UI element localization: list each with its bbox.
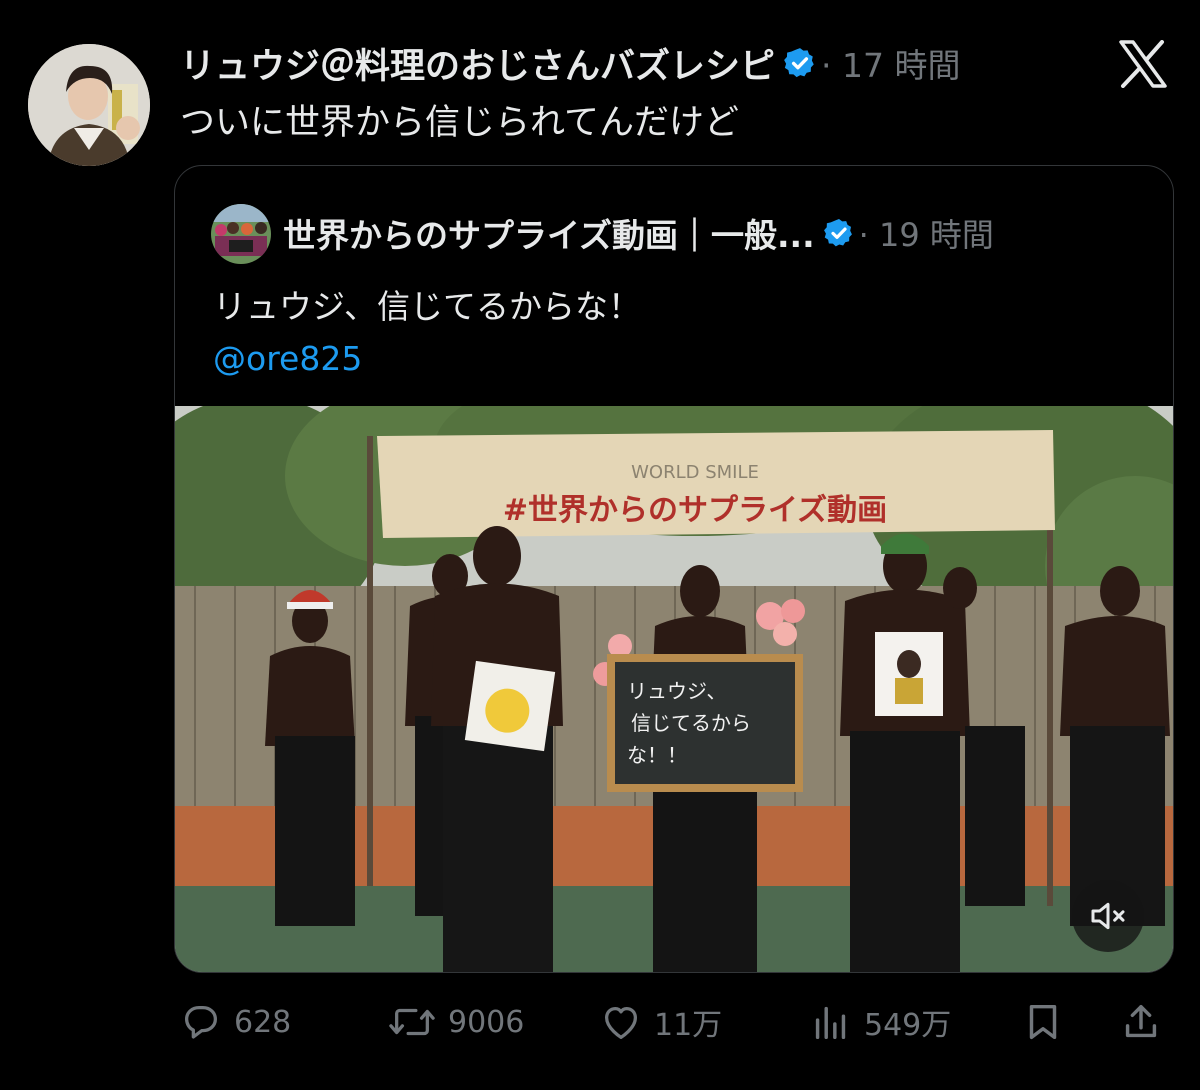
tweet-view: リュウジ＠料理のおじさんバズレシピ · 17 時間 ついに世界から信じられてんだ… xyxy=(0,0,1200,1090)
bookmark-icon xyxy=(1029,1004,1057,1040)
verified-badge-icon xyxy=(784,48,814,78)
post-time[interactable]: · 17 時間 xyxy=(821,39,960,87)
quoted-author-avatar[interactable] xyxy=(211,204,271,264)
quoted-author-line: 世界からのサプライズ動画｜一般... · 19 時間 xyxy=(283,208,994,258)
views-button[interactable]: 549万 xyxy=(808,994,951,1050)
view-count: 549万 xyxy=(864,1008,952,1043)
mention-link[interactable]: @ore825 xyxy=(213,334,362,384)
speech-bubble-icon xyxy=(184,1005,218,1039)
author-avatar[interactable] xyxy=(28,44,150,166)
banner-small-text: WORLD SMILE xyxy=(631,462,759,483)
author-line: リュウジ＠料理のおじさんバズレシピ · 17 時間 xyxy=(180,38,960,88)
action-bar: 628 9006 11万 549万 xyxy=(0,994,1200,1050)
heart-icon xyxy=(604,1006,638,1039)
like-button[interactable]: 11万 xyxy=(598,994,722,1050)
tweet-text: ついに世界から信じられてんだけど xyxy=(180,103,739,143)
repost-button[interactable]: 9006 xyxy=(386,994,524,1050)
verified-badge-icon xyxy=(823,219,852,247)
mute-toggle-button[interactable] xyxy=(1072,880,1144,952)
banner-main-text: #世界からのサプライズ動画 xyxy=(503,493,887,528)
speaker-muted-icon xyxy=(1091,902,1125,930)
chalkboard-line-1: リュウジ、 xyxy=(627,679,726,703)
quoted-tweet-text: リュウジ、信じてるからな！ xyxy=(213,287,642,326)
like-count: 11万 xyxy=(654,1008,723,1043)
reply-count: 628 xyxy=(234,1004,292,1040)
repost-arrows-icon xyxy=(389,1008,435,1036)
chalkboard-line-3: な！！ xyxy=(627,743,687,767)
video-player[interactable]: WORLD SMILE #世界からのサプライズ動画 リュウジ、 信じてるから な… xyxy=(175,406,1173,972)
bookmark-button[interactable] xyxy=(1020,994,1066,1050)
bar-chart-icon xyxy=(815,1006,846,1040)
repost-count: 9006 xyxy=(448,1004,525,1040)
author-name[interactable]: リュウジ＠料理のおじさんバズレシピ xyxy=(180,38,775,89)
share-button[interactable] xyxy=(1118,994,1164,1050)
quoted-author-name[interactable]: 世界からのサプライズ動画｜一般... xyxy=(283,209,815,257)
quoted-post-time[interactable]: · 19 時間 xyxy=(859,210,994,256)
x-logo-icon[interactable] xyxy=(1118,40,1168,88)
quoted-tweet-card[interactable]: 世界からのサプライズ動画｜一般... · 19 時間 リュウジ、信じてるからな！… xyxy=(174,165,1174,973)
reply-button[interactable]: 628 xyxy=(178,994,291,1050)
share-upload-icon xyxy=(1125,1004,1157,1038)
chalkboard-line-2: 信じてるから xyxy=(631,711,751,735)
